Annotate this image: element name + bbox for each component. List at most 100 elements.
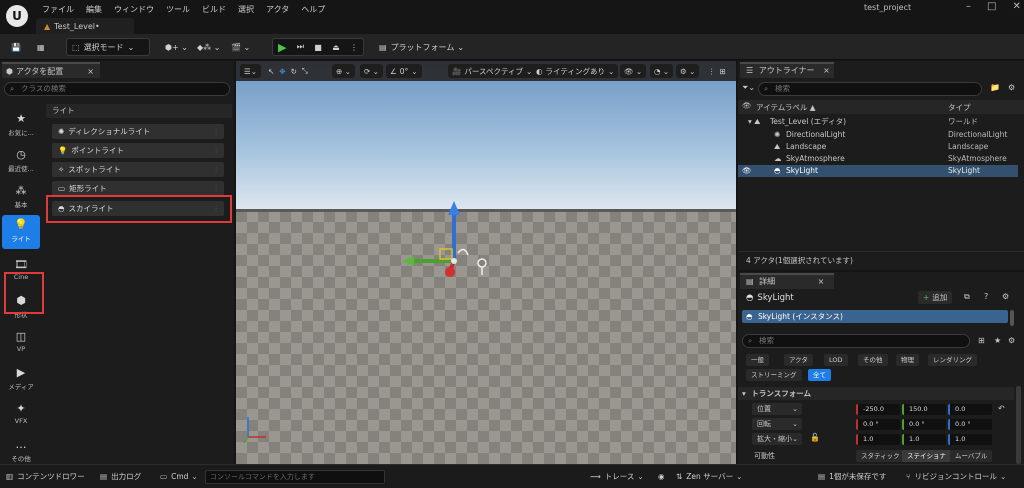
details-scrollbar[interactable]	[1016, 386, 1021, 464]
content-browse-icon[interactable]: ▦	[32, 38, 50, 56]
details-settings-icon[interactable]: ⚙	[1002, 292, 1009, 301]
menu-tools[interactable]: ツール	[166, 4, 190, 15]
move-tool-icon[interactable]: ✥	[279, 67, 285, 76]
scale-dropdown[interactable]: 拡大・縮小 ⌄	[752, 433, 802, 445]
play-pause-icon[interactable]: ⏭	[297, 42, 304, 52]
blueprint-icon[interactable]: ⧉	[964, 292, 970, 302]
save-icon[interactable]: 💾	[6, 38, 26, 56]
close-tab-icon[interactable]: ×	[87, 67, 94, 76]
category-vp[interactable]: ◫ VP	[2, 327, 40, 361]
viewport-options-button[interactable]: ☰⌄	[240, 64, 262, 78]
more-options-icon[interactable]: ⋮	[708, 67, 716, 76]
transform-section-header[interactable]: ▾ トランスフォーム	[738, 387, 1014, 400]
play-options-icon[interactable]: ⋮	[350, 43, 358, 52]
menu-help[interactable]: ヘルプ	[301, 4, 325, 15]
gizmo-y-arrow[interactable]	[402, 256, 414, 266]
scale-y-field[interactable]: 1.0	[902, 434, 946, 445]
scale-tool-icon[interactable]: ⤡	[302, 66, 308, 76]
viewport-settings-dropdown[interactable]: ⚙ ⌄	[676, 64, 700, 78]
rotation-x-field[interactable]: 0.0 °	[856, 419, 900, 430]
outliner-row[interactable]: ⛰ Landscape Landscape	[738, 141, 1018, 153]
drag-handle-icon[interactable]: ⋮	[213, 124, 221, 139]
close-tab-icon[interactable]: ×	[823, 66, 830, 75]
actor-item-point-light[interactable]: 💡 ポイントライト ⋮	[52, 143, 224, 158]
filter-rendering[interactable]: レンダリング	[928, 354, 977, 366]
location-x-field[interactable]: -250.0	[856, 404, 900, 415]
menu-actor[interactable]: アクタ	[266, 4, 289, 15]
blueprint-button[interactable]: ◆⁂ ⌄	[192, 38, 225, 56]
filter-other[interactable]: その他	[858, 354, 888, 366]
column-type[interactable]: タイプ	[948, 102, 971, 113]
lock-icon[interactable]: 🔓	[810, 433, 820, 442]
outliner-row[interactable]: ▾ ⛰ Test_Level (エディタ) ワールド	[738, 116, 1018, 128]
category-favorites[interactable]: ★ お気に...	[2, 109, 40, 143]
platforms-dropdown[interactable]: ▤ プラットフォーム ⌄	[374, 38, 469, 56]
drag-handle-icon[interactable]: ⋮	[213, 143, 221, 158]
console-command-input[interactable]: コンソールコマンドを入力します	[205, 470, 385, 484]
filter-general[interactable]: 一般	[746, 354, 769, 366]
outliner-search-input[interactable]: ⌕ 検索	[758, 82, 982, 96]
mobility-stationary[interactable]: ステイショナ	[902, 450, 951, 462]
filter-lod[interactable]: LOD	[824, 354, 848, 366]
outliner-settings-icon[interactable]: ⚙	[1008, 83, 1015, 92]
gizmo-plane-handle[interactable]	[439, 248, 453, 260]
location-dropdown[interactable]: 位置 ⌄	[752, 403, 802, 415]
transform-gizmo[interactable]	[236, 61, 736, 464]
category-vfx[interactable]: ✦ VFX	[2, 399, 40, 433]
outliner-tab[interactable]: ☰ アウトライナー ×	[740, 62, 834, 78]
output-log-button[interactable]: ▤ 出力ログ	[100, 470, 141, 484]
details-tab[interactable]: ▤ 詳細 ×	[740, 273, 834, 289]
outliner-row[interactable]: ☁ SkyAtmosphere SkyAtmosphere	[738, 153, 1018, 165]
cinematics-button[interactable]: 🎬 ⌄	[226, 38, 255, 56]
lighting-mode-dropdown[interactable]: ◐ ライティングあり ⌄	[532, 64, 619, 78]
add-folder-icon[interactable]: 📁	[990, 83, 1000, 92]
help-icon[interactable]: ?	[984, 292, 988, 301]
location-y-field[interactable]: 150.0	[902, 404, 946, 415]
component-scrollbar[interactable]	[1010, 310, 1014, 326]
menu-select[interactable]: 選択	[238, 4, 254, 15]
mobility-static[interactable]: スタティック	[856, 450, 905, 462]
eject-icon[interactable]: ⏏	[332, 43, 340, 52]
filter-actor[interactable]: アクタ	[784, 354, 813, 366]
category-basic[interactable]: ⁂ 基本	[2, 181, 40, 215]
drag-handle-icon[interactable]: ⋮	[213, 162, 221, 177]
filter-physics[interactable]: 物理	[896, 354, 919, 366]
world-local-toggle[interactable]: ⊕ ⌄	[332, 64, 355, 78]
menu-build[interactable]: ビルド	[202, 4, 226, 15]
gizmo-center[interactable]	[451, 258, 457, 264]
add-component-button[interactable]: + 追加	[918, 291, 953, 304]
menu-edit[interactable]: 編集	[86, 4, 102, 15]
details-search-input[interactable]: ⌕ 検索	[742, 334, 970, 348]
gizmo-z-arrow[interactable]	[448, 201, 460, 215]
component-row-selected[interactable]: ◓ SkyLight (インスタンス)	[742, 310, 1008, 323]
menu-window[interactable]: ウィンドウ	[114, 4, 154, 15]
level-tab[interactable]: ▲ Test_Level•	[36, 18, 134, 34]
derived-data-icon[interactable]: ◉	[658, 470, 665, 484]
level-viewport[interactable]: ☰⌄ ↖ ✥ ↻ ⤡ ⊕ ⌄ ⟳ ⌄ ∠ 0° ⌄ 🎥 パースペクティブ ⌄ ◐…	[236, 61, 736, 464]
drag-handle-icon[interactable]: ⋮	[213, 181, 221, 196]
scale-z-field[interactable]: 1.0	[948, 434, 992, 445]
cmd-dropdown[interactable]: ▭ Cmd ⌄	[160, 470, 198, 484]
details-options-icon[interactable]: ⚙	[1008, 336, 1015, 345]
class-search-input[interactable]: ⌕ クラスの検索	[4, 82, 230, 96]
select-mode-dropdown[interactable]: ⬚ 選択モード ⌄	[66, 38, 150, 56]
minimize-icon[interactable]: –	[966, 1, 971, 12]
reset-to-default-icon[interactable]: ↶	[998, 404, 1005, 413]
favorite-star-icon[interactable]: ★	[994, 336, 1001, 345]
menu-file[interactable]: ファイル	[42, 4, 74, 15]
actor-item-rect-light[interactable]: ▭ 矩形ライト ⋮	[52, 181, 224, 196]
outliner-row[interactable]: ✺ DirectionalLight DirectionalLight	[738, 129, 1018, 141]
gizmo-x-handle[interactable]	[445, 267, 455, 277]
category-media[interactable]: ▶ メディア	[2, 363, 40, 397]
viewport-layout-icon[interactable]: ⊞	[720, 67, 726, 76]
show-flags-dropdown[interactable]: 👁 ⌄	[620, 64, 647, 78]
rotation-y-field[interactable]: 0.0 °	[902, 419, 946, 430]
visibility-eye-icon[interactable]: 👁	[742, 165, 752, 177]
maximize-icon[interactable]: □	[987, 1, 996, 12]
unreal-logo-icon[interactable]: U	[6, 5, 28, 27]
revision-control-dropdown[interactable]: ⑂ リビジョンコントロール ⌄	[906, 470, 1006, 484]
select-tool-icon[interactable]: ↖	[268, 67, 274, 76]
rotation-dropdown[interactable]: 回転 ⌄	[752, 418, 802, 430]
actor-item-directional-light[interactable]: ✺ ディレクショナルライト ⋮	[52, 124, 224, 139]
grid-view-icon[interactable]: ⊞	[978, 336, 985, 345]
